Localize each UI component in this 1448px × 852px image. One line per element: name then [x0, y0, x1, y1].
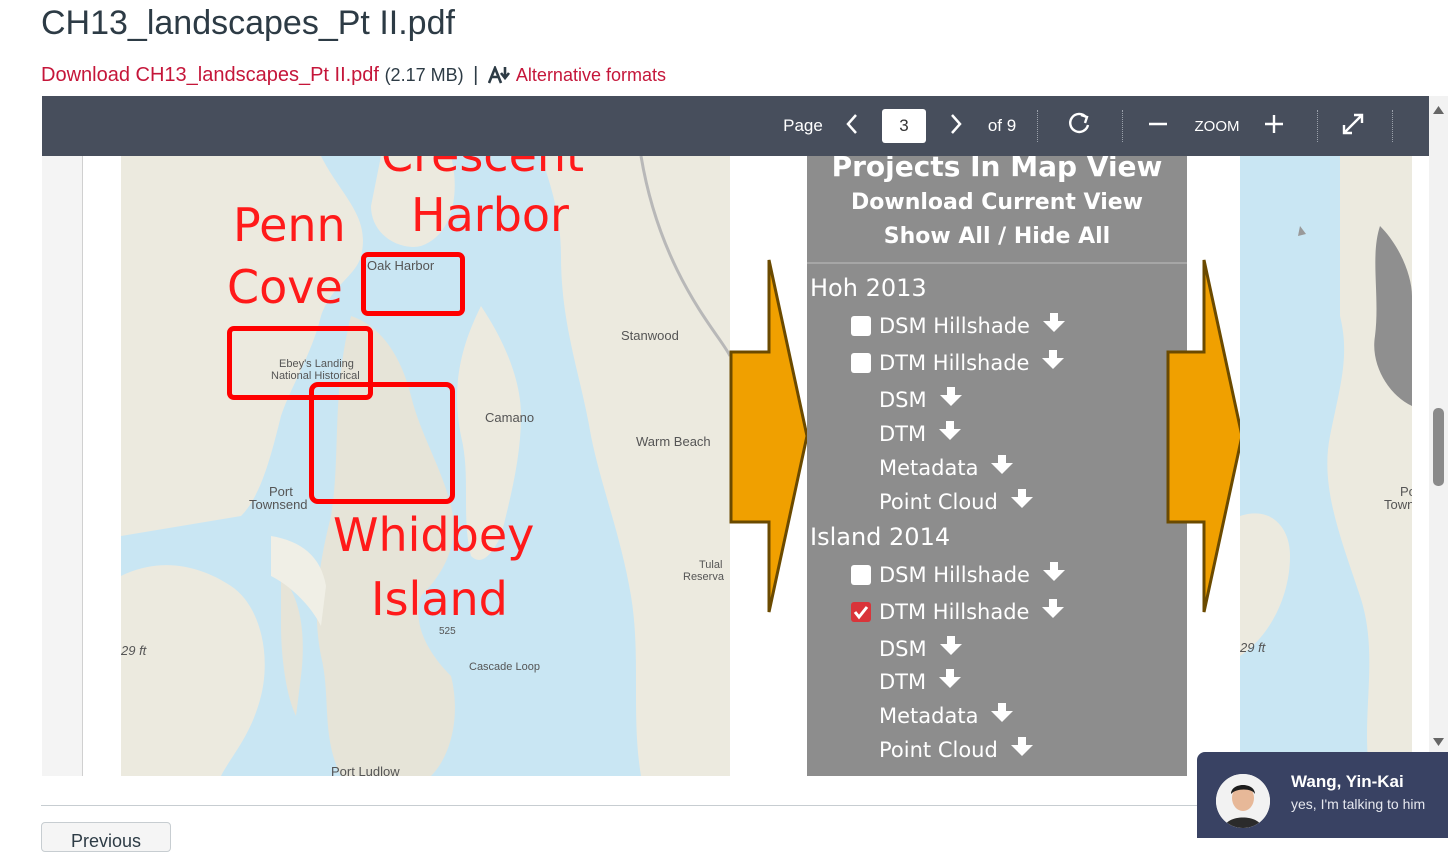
layer-hoh-dsm: DSM: [879, 387, 963, 412]
map-label-townsend: Townsend: [249, 497, 308, 512]
map-label-island: Island: [371, 572, 508, 626]
download-arrow-icon: [1041, 350, 1065, 375]
section-island-2014: Island 2014: [810, 523, 951, 551]
map-label-camano: Camano: [485, 410, 535, 425]
next-page-button[interactable]: [942, 96, 970, 156]
toolbar-divider: [1037, 110, 1038, 142]
zoom-out-icon: [1148, 114, 1168, 139]
download-arrow-icon: [1042, 313, 1066, 338]
file-title: CH13_landscapes_Pt II.pdf: [41, 4, 455, 42]
download-arrow-icon: [938, 421, 962, 446]
accessibility-download-icon: [487, 64, 512, 90]
checkbox: [851, 564, 871, 585]
download-arrow-icon: [939, 387, 963, 412]
show-hide-all: Show All / Hide All: [883, 224, 1111, 249]
chevron-right-icon: [949, 113, 963, 140]
highlight-box-oak-harbor: [361, 252, 465, 316]
layer-hoh-dtm-hillshade: DTM Hillshade: [851, 350, 1065, 375]
rotate-button[interactable]: [1064, 96, 1094, 156]
map-label-depth: 29 ft: [121, 643, 147, 658]
layer-island-point-cloud: Point Cloud: [879, 737, 1034, 762]
checkbox: [851, 315, 871, 336]
alternative-formats-link[interactable]: Alternative formats: [487, 64, 666, 86]
layer-island-dsm: DSM: [879, 636, 963, 661]
map-label-cascade-loop: Cascade Loop: [469, 661, 540, 673]
chat-message: yes, I'm talking to him: [1291, 796, 1426, 812]
chat-notification[interactable]: Wang, Yin-Kai yes, I'm talking to him: [1197, 752, 1448, 838]
download-arrow-icon: [990, 703, 1014, 728]
section-hoh-2013: Hoh 2013: [810, 274, 927, 302]
toolbar-divider: [1122, 110, 1123, 142]
download-current-view: Download Current View: [851, 190, 1143, 215]
arrow-graphic-right: [1166, 256, 1244, 616]
map-label-tulalip: Tulal: [699, 559, 723, 571]
page-count: of 9: [987, 116, 1017, 135]
zoom-in-button[interactable]: [1260, 96, 1288, 156]
layer-hoh-dtm: DTM: [879, 421, 962, 446]
panel-divider: [807, 262, 1187, 264]
whidbey-map-image: Crescent Harbor Penn Cove Whidbey Island…: [121, 156, 730, 776]
download-arrow-icon: [1042, 562, 1066, 587]
window-scrollbar[interactable]: [1429, 96, 1448, 776]
layer-island-dtm: DTM: [879, 669, 962, 694]
map-label-cove: Cove: [227, 260, 343, 314]
map-label-warm-beach: Warm Beach: [636, 434, 711, 449]
map-label-whidbey: Whidbey: [333, 508, 535, 562]
previous-button[interactable]: Previous: [41, 822, 171, 852]
layer-hoh-metadata: Metadata: [879, 455, 1014, 480]
toolbar-divider: [1392, 110, 1393, 142]
download-arrow-icon: [938, 669, 962, 694]
checkbox-checked: [851, 601, 871, 622]
page-number-input[interactable]: 3: [882, 109, 926, 143]
toolbar-divider: [1317, 110, 1318, 142]
rotate-icon: [1066, 111, 1092, 142]
layer-island-metadata: Metadata: [879, 703, 1014, 728]
checkbox: [851, 352, 871, 373]
pdf-viewer: Page 3 of 9 ZOOM Harbor Penn Cove Whidbe…: [42, 96, 1429, 776]
arrow-graphic-left: [729, 256, 809, 616]
layer-island-dtm-hillshade: DTM Hillshade: [851, 599, 1065, 624]
zoom-in-icon: [1264, 114, 1284, 139]
zoom-label: ZOOM: [1194, 117, 1240, 135]
chevron-left-icon: [845, 113, 859, 140]
chat-sender-name: Wang, Yin-Kai: [1291, 772, 1404, 791]
highlight-box-whidbey: [309, 382, 455, 504]
fullscreen-icon: [1341, 112, 1365, 141]
map-label-harbor: Harbor: [411, 188, 569, 242]
map-label-route-525: 525: [439, 626, 456, 637]
hillshade-map-image: Port Townse 29 ft: [1240, 156, 1412, 776]
download-arrow-icon: [939, 636, 963, 661]
page-label: Page: [783, 116, 823, 135]
panel-title: Projects In Map View: [831, 156, 1163, 183]
map-label-crescent: Crescent: [381, 156, 584, 182]
layer-hoh-dsm-hillshade: DSM Hillshade: [851, 313, 1066, 338]
download-arrow-icon: [1010, 489, 1034, 514]
map-label-penn: Penn: [233, 198, 346, 252]
previous-page-button[interactable]: [838, 96, 866, 156]
download-arrow-icon: [1041, 599, 1065, 624]
avatar: [1216, 774, 1270, 828]
layer-hoh-point-cloud: Point Cloud: [879, 489, 1034, 514]
alternative-formats-label: Alternative formats: [515, 65, 666, 85]
map-label-reservation: Reserva: [683, 571, 724, 583]
map-label-right-depth: 29 ft: [1240, 640, 1266, 655]
pdf-toolbar: Page 3 of 9 ZOOM: [42, 96, 1429, 156]
zoom-out-button[interactable]: [1144, 96, 1172, 156]
content-divider: [41, 805, 1221, 806]
projects-panel: Projects In Map View Download Current Vi…: [807, 156, 1187, 776]
pdf-page: Crescent Harbor Penn Cove Whidbey Island…: [82, 156, 1429, 776]
download-arrow-icon: [990, 455, 1014, 480]
map-label-port-ludlow: Port Ludlow: [331, 764, 400, 776]
map-label-right-townsend: Townse: [1384, 497, 1412, 512]
download-link[interactable]: Download CH13_landscapes_Pt II.pdf: [41, 64, 379, 86]
map-label-stanwood: Stanwood: [621, 328, 679, 343]
file-size: (2.17 MB): [384, 65, 464, 85]
fullscreen-button[interactable]: [1338, 96, 1368, 156]
layer-island-dsm-hillshade: DSM Hillshade: [851, 562, 1066, 587]
download-row: Download CH13_landscapes_Pt II.pdf (2.17…: [41, 64, 666, 90]
separator: |: [473, 64, 479, 86]
download-arrow-icon: [1010, 737, 1034, 762]
